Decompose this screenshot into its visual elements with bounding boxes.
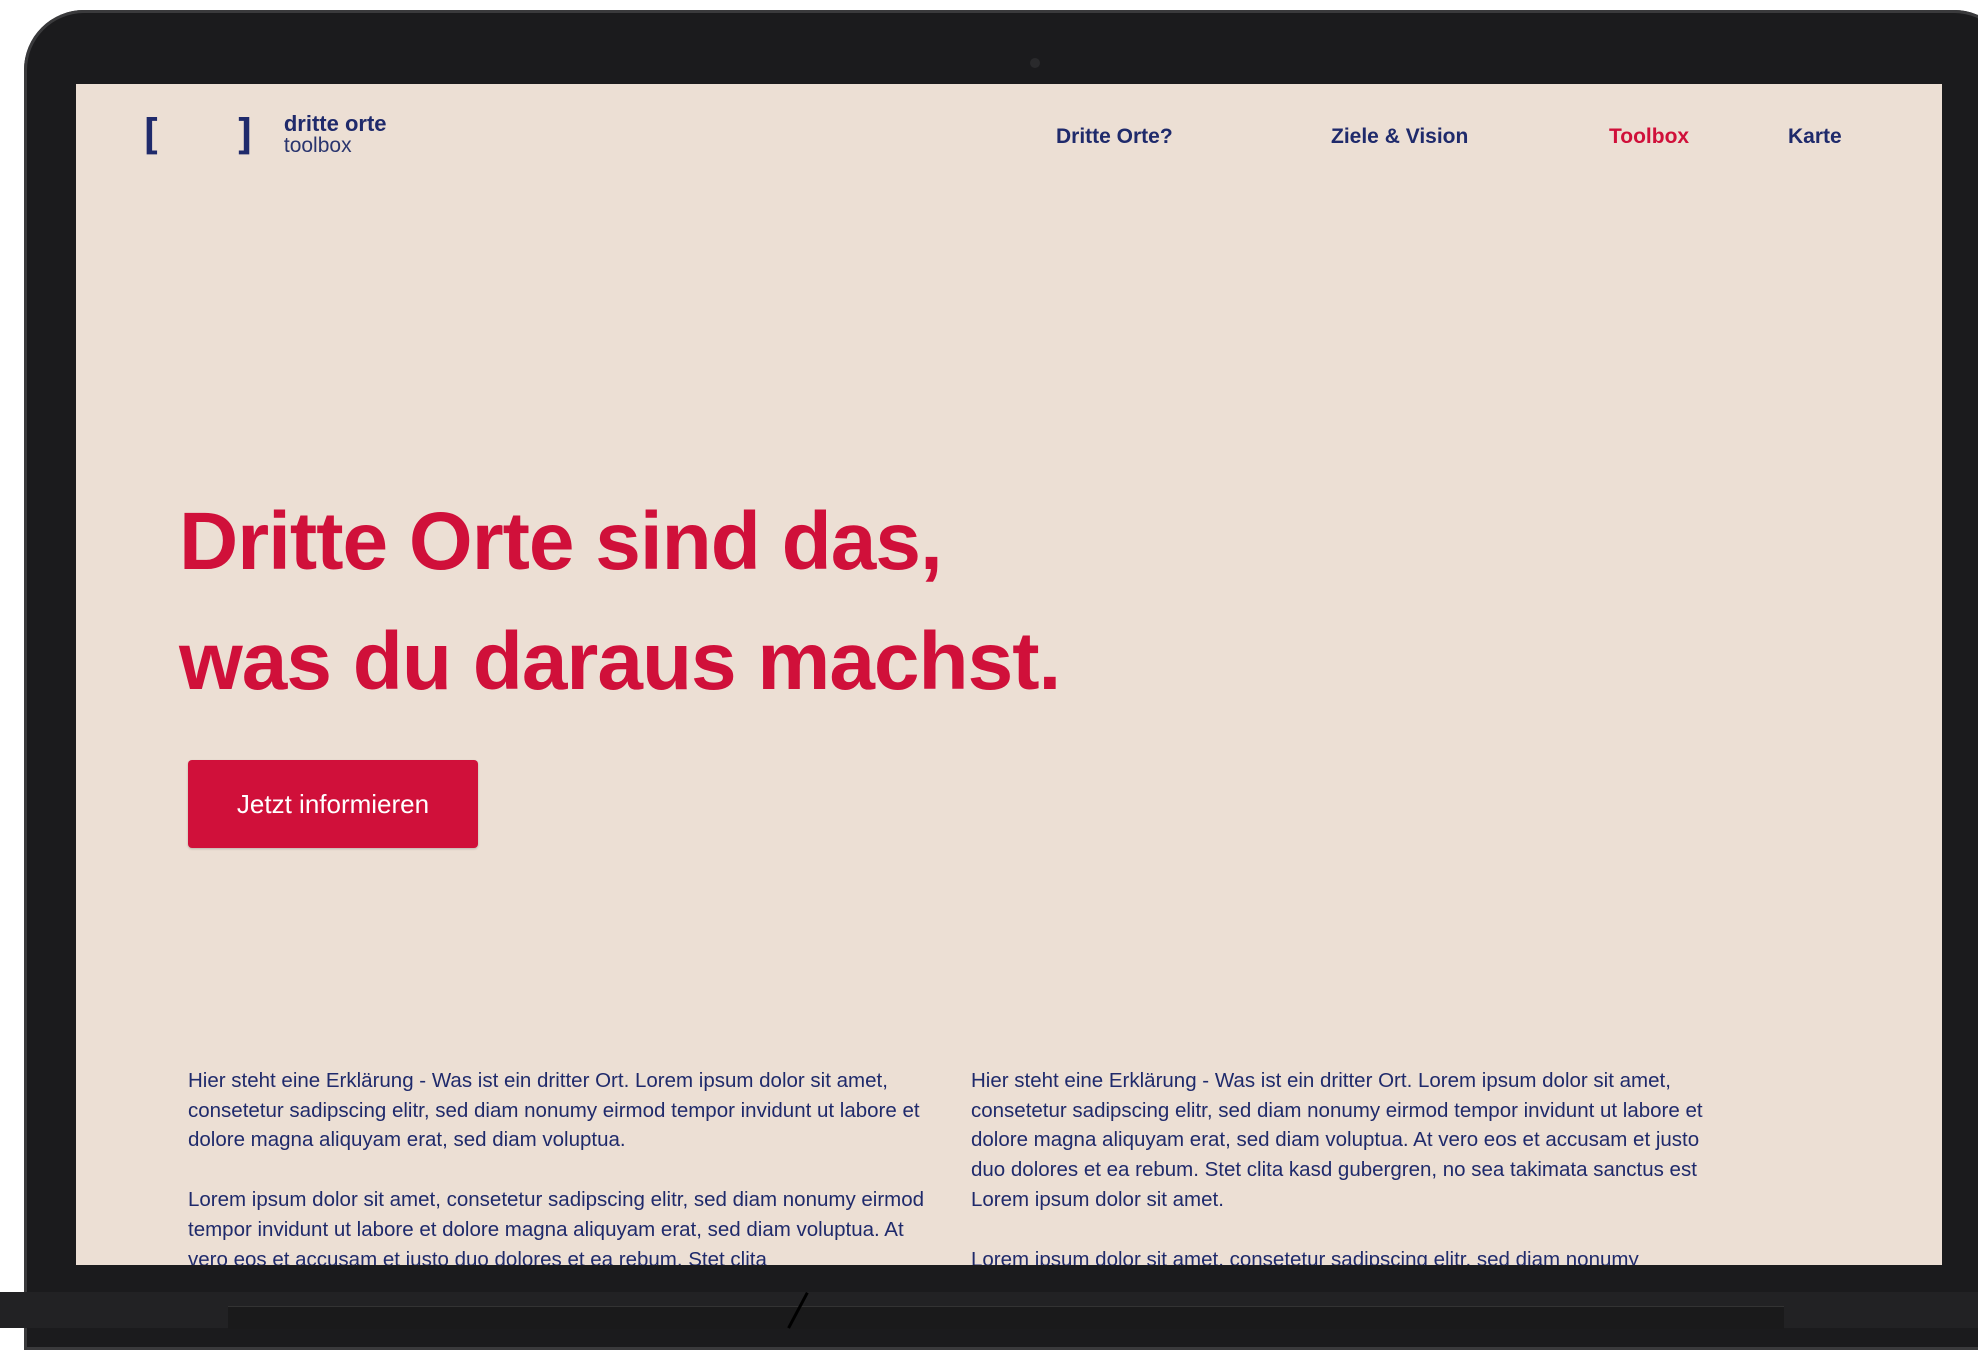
- nav-item-toolbox[interactable]: Toolbox: [1609, 122, 1689, 152]
- paragraph: Hier steht eine Erklärung - Was ist ein …: [971, 1069, 1703, 1211]
- website-screen: [ ] dritte orte toolbox Dritte Orte? Zie…: [76, 84, 1942, 1265]
- jetzt-informieren-button[interactable]: Jetzt informieren: [188, 760, 478, 848]
- hero-line-1: Dritte Orte sind das,: [179, 496, 943, 587]
- main-nav: Dritte Orte? Ziele & Vision Toolbox Kart…: [76, 122, 1942, 152]
- paragraph: Lorem ipsum dolor sit amet, consetetur s…: [188, 1188, 925, 1265]
- hero-headline: Dritte Orte sind das, was du daraus mach…: [179, 482, 1061, 722]
- nav-item-ziele-vision[interactable]: Ziele & Vision: [1331, 122, 1468, 152]
- paragraph: Lorem ipsum dolor sit amet, consetetur s…: [971, 1247, 1639, 1265]
- nav-item-karte[interactable]: Karte: [1788, 122, 1842, 152]
- text-column-right: Hier steht eine Erklärung - Was ist ein …: [971, 1066, 1716, 1265]
- hero-line-2: was du daraus machst.: [179, 616, 1061, 707]
- text-column-left: Hier steht eine Erklärung - Was ist ein …: [188, 1066, 933, 1265]
- nav-item-dritte-orte[interactable]: Dritte Orte?: [1056, 122, 1173, 152]
- camera-dot: [1030, 58, 1040, 68]
- paragraph: Hier steht eine Erklärung - Was ist ein …: [188, 1069, 920, 1152]
- laptop-hinge: [228, 1306, 1784, 1329]
